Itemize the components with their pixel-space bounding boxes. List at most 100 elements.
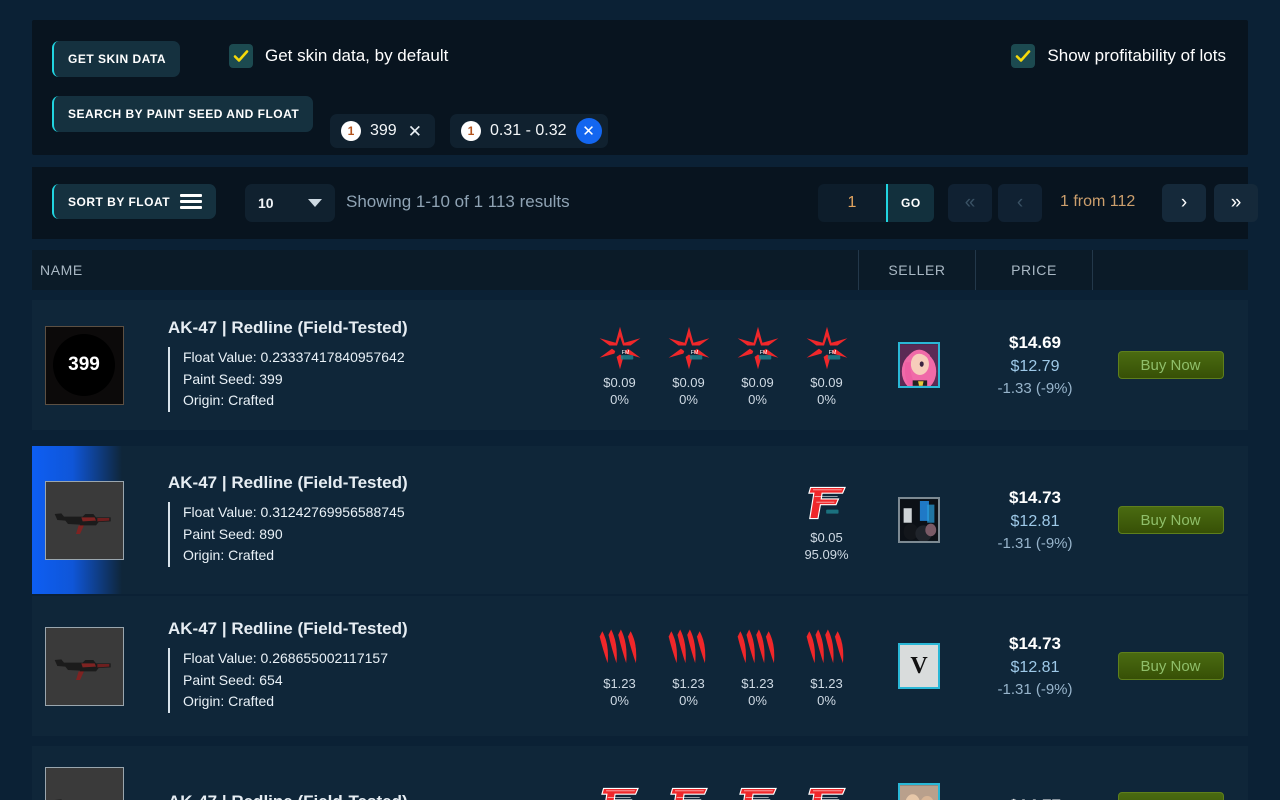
sticker-slot[interactable]: FM $0.09 0% [792,323,861,407]
sticker-icon [597,624,643,674]
get-skin-data-checkbox[interactable]: Get skin data, by default [229,44,448,68]
item-meta: Float Value: 0.268655002117157 Paint Seed… [168,647,585,714]
thumbnail-cell [32,766,136,800]
sticker-slot[interactable] [723,478,792,562]
table-row[interactable]: AK-47 | Redline (Field-Tested) Float Val… [32,596,1248,736]
column-header-price: PRICE [1011,262,1057,278]
item-thumbnail[interactable]: 399 [44,325,124,405]
seller-cell [861,783,977,800]
float-value: Float Value: 0.31242769956588745 [183,503,405,520]
sticker-slot[interactable] [723,779,792,800]
sticker-slot[interactable] [654,779,723,800]
search-by-paint-seed-and-float-button[interactable]: SEARCH BY PAINT SEED AND FLOAT [52,96,314,132]
prev-page-button[interactable]: ‹ [998,184,1042,222]
thumbnail-cell: 399 [32,325,136,405]
sticker-price: $1.23 [603,676,636,691]
sort-by-float-button[interactable]: SORT BY FLOAT [52,184,217,219]
price-value: $14.77 [977,796,1093,800]
sticker-slot[interactable]: FM $0.09 0% [654,323,723,407]
buy-cell: Buy Now [1093,351,1248,379]
price-cell: $14.73 $12.81 -1.31 (-9%) [977,488,1093,552]
seller-cell [861,497,977,543]
per-page-select[interactable]: 10 [245,184,335,222]
go-button[interactable]: GO [886,184,934,222]
avatar[interactable] [898,783,940,800]
sticker-slot[interactable] [585,779,654,800]
table-row[interactable]: AK-47 | Redline (Field-Tested) [32,746,1248,800]
avatar[interactable]: V [898,643,940,689]
sticker-slot[interactable] [585,478,654,562]
app-root: GET SKIN DATA Get skin data, by default … [0,0,1280,800]
show-profitability-checkbox[interactable]: Show profitability of lots [1011,44,1226,68]
sticker-icon [735,779,781,800]
page-input-group[interactable]: GO [818,184,934,222]
sticker-percent: 0% [817,693,836,708]
checkmark-icon[interactable] [1011,44,1036,68]
sticker-price: $0.09 [810,375,843,390]
sticker-price: $0.09 [741,375,774,390]
sort-by-float-label: SORT BY FLOAT [68,194,171,209]
first-page-button[interactable]: « [948,184,992,222]
sticker-icon [666,779,712,800]
chip-badge: 1 [341,121,361,141]
results-count: Showing 1-10 of 1 113 results [346,192,570,211]
thumbnail-seed-label: 399 [68,354,100,375]
weapon-icon [54,799,62,800]
sticker-price: $0.05 [810,530,843,545]
avatar[interactable] [898,342,940,388]
price-cell: $14.77 [977,796,1093,800]
sticker-price: $1.23 [672,676,705,691]
sticker-icon: FM [666,323,712,373]
sticker-icon: FM [735,323,781,373]
buy-cell: Buy Now [1093,792,1248,800]
chevron-down-icon [308,199,322,207]
price-secondary: $12.81 [1010,659,1060,676]
sticker-slot[interactable] [654,478,723,562]
sticker-slot[interactable]: FM $0.09 0% [585,323,654,407]
sticker-slot[interactable]: $0.05 95.09% [792,478,861,562]
item-thumbnail[interactable] [44,480,124,560]
filter-chip-paint-seed[interactable]: 1 399 ✕ [330,114,435,148]
float-value: Float Value: 0.23337417840957642 [183,348,405,365]
chip-value: 399 [370,122,397,139]
column-header-name: NAME [40,262,83,278]
item-name[interactable]: AK-47 | Redline (Field-Tested) [168,318,585,338]
avatar-image [900,785,938,800]
origin: Origin: Crafted [183,693,275,710]
item-thumbnail[interactable] [44,626,124,706]
sticker-percent: 0% [610,392,629,407]
close-icon[interactable]: ✕ [575,118,602,144]
sticker-price: $0.09 [672,375,705,390]
checkmark-icon[interactable] [229,44,253,68]
item-name[interactable]: AK-47 | Redline (Field-Tested) [168,792,585,800]
table-row[interactable]: AK-47 | Redline (Field-Tested) Float Val… [32,446,1248,594]
sticker-list: $1.23 0% $1.23 0% $1.23 0% $1.23 0% [585,624,861,708]
item-info: AK-47 | Redline (Field-Tested) Float Val… [136,619,585,714]
sticker-slot[interactable]: $1.23 0% [585,624,654,708]
buy-now-button[interactable]: Buy Now [1117,351,1224,379]
filter-panel: GET SKIN DATA Get skin data, by default … [32,20,1248,155]
sticker-slot[interactable]: $1.23 0% [654,624,723,708]
sticker-price: $1.23 [810,676,843,691]
sticker-slot[interactable]: $1.23 0% [723,624,792,708]
item-name[interactable]: AK-47 | Redline (Field-Tested) [168,619,585,639]
buy-now-button[interactable]: Buy Now [1117,792,1224,800]
close-icon[interactable]: ✕ [406,123,424,140]
avatar[interactable] [898,497,940,543]
item-name[interactable]: AK-47 | Redline (Field-Tested) [168,473,585,493]
filter-chip-float-range[interactable]: 1 0.31 - 0.32 ✕ [450,114,608,148]
sort-panel: SORT BY FLOAT 10 Showing 1-10 of 1 113 r… [32,167,1258,239]
sticker-slot[interactable]: $1.23 0% [792,624,861,708]
sticker-slot[interactable]: FM $0.09 0% [723,323,792,407]
table-row[interactable]: 399 AK-47 | Redline (Field-Tested) Float… [32,300,1248,430]
item-thumbnail[interactable] [44,766,124,800]
origin: Origin: Crafted [183,547,275,564]
page-number-input[interactable] [818,184,886,222]
sticker-percent: 95.09% [804,547,849,562]
buy-now-button[interactable]: Buy Now [1117,506,1224,534]
buy-now-button[interactable]: Buy Now [1117,652,1224,680]
sticker-slot[interactable] [792,779,861,800]
next-page-button[interactable]: › [1162,184,1206,222]
get-skin-data-button[interactable]: GET SKIN DATA [52,41,181,77]
last-page-button[interactable]: » [1214,184,1258,222]
